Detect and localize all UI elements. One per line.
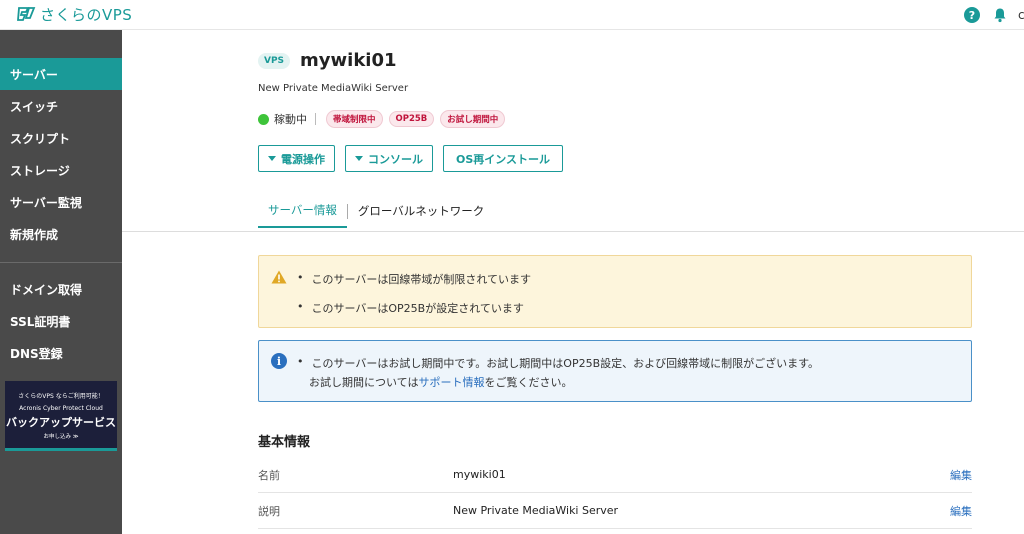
warning-alert: • このサーバーは回線帯域が制限されています • このサーバーはOP25Bが設定…	[258, 255, 972, 328]
edit-name-link[interactable]: 編集	[950, 467, 972, 483]
tab-bar: サーバー情報 グローバルネットワーク	[258, 202, 494, 228]
user-menu[interactable]: c	[1018, 8, 1024, 22]
support-info-link[interactable]: サポート情報	[418, 374, 484, 390]
info-icon: i	[271, 353, 287, 369]
basic-info-title: 基本情報	[258, 435, 311, 450]
page-title: mywiki01	[300, 50, 397, 71]
help-icon[interactable]: ?	[964, 7, 980, 23]
sidebar-item-ssl[interactable]: SSL証明書	[0, 305, 122, 337]
status-row: 稼動中 帯域制限中 OP25B お試し期間中	[258, 110, 511, 128]
sidebar-item-monitoring[interactable]: サーバー監視	[0, 186, 122, 218]
sidebar: サーバー スイッチ スクリプト ストレージ サーバー監視 新規作成 ドメイン取得…	[0, 30, 122, 534]
top-header: さくらのVPS ? c	[0, 0, 1024, 30]
header-actions: ? c	[964, 0, 1024, 30]
info-message-support: お試し期間については サポート情報 をご覧ください。	[309, 374, 572, 390]
console-button-label: コンソール	[368, 152, 423, 166]
os-reinstall-label: OS再インストール	[456, 152, 551, 166]
sidebar-item-script[interactable]: スクリプト	[0, 122, 122, 154]
sakura-logo-icon	[17, 6, 36, 21]
bullet: •	[297, 271, 304, 284]
sidebar-divider	[0, 262, 122, 263]
row-value: mywiki01	[453, 468, 506, 481]
bell-icon[interactable]	[992, 7, 1008, 23]
banner-line1: さくらのVPS ならご利用可能！	[18, 393, 104, 400]
server-description: New Private MediaWiki Server	[258, 83, 409, 94]
backup-service-banner[interactable]: さくらのVPS ならご利用可能！ Acronis Cyber Protect C…	[5, 381, 117, 451]
logo-text: さくらのVPS	[40, 6, 133, 24]
row-value: New Private MediaWiki Server	[453, 504, 619, 517]
bullet: •	[297, 300, 304, 313]
info-row-description: 説明 New Private MediaWiki Server 編集	[258, 493, 972, 529]
bullet: •	[297, 355, 304, 368]
tab-server-info[interactable]: サーバー情報	[258, 202, 347, 228]
row-key: 名前	[258, 468, 280, 482]
sidebar-group-main: サーバー スイッチ スクリプト ストレージ サーバー監視 新規作成	[0, 30, 122, 250]
status-divider	[315, 113, 316, 125]
info-text-suffix: をご覧ください。	[484, 376, 573, 389]
power-button-label: 電源操作	[281, 152, 325, 166]
warning-text-1: このサーバーは回線帯域が制限されています	[311, 273, 532, 286]
vps-badge: VPS	[258, 52, 291, 69]
op25b-badge: OP25B	[388, 111, 435, 127]
warning-message-op25b: • このサーバーはOP25Bが設定されています	[297, 300, 524, 316]
info-text-prefix: お試し期間については	[309, 376, 419, 389]
info-alert: i • このサーバーはお試し期間中です。お試し期間中はOP25B設定、および回線…	[258, 340, 972, 402]
sidebar-item-dns[interactable]: DNS登録	[0, 337, 122, 369]
warning-text-2: このサーバーはOP25Bが設定されています	[311, 302, 524, 315]
trial-badge: お試し期間中	[440, 110, 506, 128]
banner-stripe	[5, 448, 117, 451]
status-ok-icon	[258, 113, 269, 125]
action-buttons: 電源操作 コンソール OS再インストール	[258, 145, 573, 172]
server-title-row: VPS mywiki01	[258, 50, 397, 71]
info-message-trial: • このサーバーはお試し期間中です。お試し期間中はOP25B設定、および回線帯域…	[297, 355, 819, 371]
sidebar-item-switch[interactable]: スイッチ	[0, 90, 122, 122]
bandwidth-limit-badge: 帯域制限中	[326, 110, 383, 128]
sidebar-item-domain[interactable]: ドメイン取得	[0, 273, 122, 305]
banner-line4: お申し込み ≫	[43, 434, 79, 440]
sidebar-item-server[interactable]: サーバー	[0, 58, 122, 90]
edit-description-link[interactable]: 編集	[950, 503, 972, 519]
status-text: 稼動中	[274, 113, 307, 126]
warning-icon	[271, 270, 287, 284]
sidebar-item-storage[interactable]: ストレージ	[0, 154, 122, 186]
power-button[interactable]: 電源操作	[258, 145, 335, 172]
banner-line2: Acronis Cyber Protect Cloud	[19, 405, 103, 412]
tab-underline	[122, 231, 1024, 232]
banner-line3: バックアップサービス	[6, 416, 116, 429]
main-content: VPS mywiki01 New Private MediaWiki Serve…	[122, 30, 1024, 534]
logo[interactable]: さくらのVPS	[16, 4, 132, 25]
row-key: 説明	[258, 504, 280, 518]
info-text-1: このサーバーはお試し期間中です。お試し期間中はOP25B設定、および回線帯域に制…	[311, 357, 820, 370]
caret-down-icon	[355, 156, 363, 161]
sidebar-group-services: ドメイン取得 SSL証明書 DNS登録	[0, 273, 122, 369]
info-row-name: 名前 mywiki01 編集	[258, 457, 972, 493]
tab-global-network[interactable]: グローバルネットワーク	[348, 203, 494, 227]
os-reinstall-button[interactable]: OS再インストール	[443, 145, 564, 172]
caret-down-icon	[268, 156, 276, 161]
console-button[interactable]: コンソール	[345, 145, 433, 172]
sidebar-item-create[interactable]: 新規作成	[0, 218, 122, 250]
warning-message-bandwidth: • このサーバーは回線帯域が制限されています	[297, 271, 531, 287]
